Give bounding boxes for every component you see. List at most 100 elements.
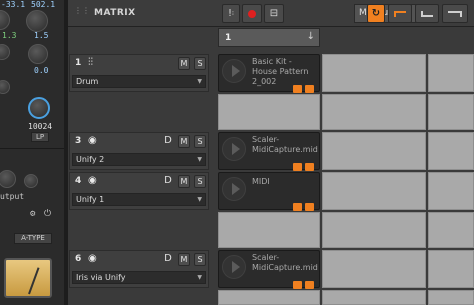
lp-button[interactable]: LP: [31, 132, 49, 142]
midi-icon: ◉: [88, 175, 97, 186]
frequency-readout: 10024: [28, 122, 53, 131]
track-header[interactable]: 1 ⫶⫶ M S Drum ▼: [69, 54, 209, 92]
mute-button[interactable]: M: [178, 253, 190, 266]
empty-slot[interactable]: [428, 172, 474, 210]
knob[interactable]: [28, 44, 48, 64]
track-number: 1: [75, 58, 82, 68]
a-type-button[interactable]: A-TYPE: [14, 233, 52, 244]
knob[interactable]: [0, 80, 10, 94]
loop-indicator-icon: [293, 203, 302, 211]
knob[interactable]: [0, 10, 10, 30]
panel-title: MATRIX: [94, 8, 136, 18]
knob[interactable]: [26, 10, 48, 32]
solo-button[interactable]: S: [194, 57, 206, 70]
launch-indicator-icon: [305, 85, 314, 93]
instrument-select[interactable]: Unify 2 ▼: [72, 153, 206, 166]
empty-slot[interactable]: [428, 250, 474, 288]
knob[interactable]: [0, 44, 10, 60]
clip-slot[interactable]: Scaler-MidiCapture.mid: [218, 132, 320, 171]
device-button[interactable]: D: [162, 135, 174, 148]
loop-indicator-icon: [293, 163, 302, 171]
launch-indicator-icon: [305, 163, 314, 171]
vu-needle: [28, 267, 40, 295]
loop-button[interactable]: ↻: [367, 4, 385, 23]
solo-button[interactable]: S: [194, 253, 206, 266]
empty-slot[interactable]: [428, 212, 474, 248]
capture-icon[interactable]: ⊟: [264, 4, 284, 23]
empty-slot[interactable]: [218, 290, 320, 305]
clip-name: Scaler-MidiCapture.mid: [252, 253, 318, 272]
empty-slot[interactable]: [322, 132, 426, 170]
device-button[interactable]: D: [162, 175, 174, 188]
value-readout: -33.1: [1, 0, 26, 9]
mute-button[interactable]: M: [178, 175, 190, 188]
mute-button[interactable]: M: [178, 57, 190, 70]
device-button[interactable]: D: [162, 253, 174, 266]
instrument-select[interactable]: Drum ▼: [72, 75, 206, 88]
instrument-select[interactable]: Unify 1 ▼: [72, 193, 206, 206]
instrument-select[interactable]: Iris via Unify ▼: [72, 271, 206, 284]
release-mode-button[interactable]: [415, 4, 439, 23]
alert-icon[interactable]: ! ⁝: [222, 4, 240, 23]
clip-name: Basic Kit - House Pattern 2_002: [252, 57, 309, 86]
record-button[interactable]: [242, 4, 262, 23]
solo-button[interactable]: S: [194, 175, 206, 188]
track-header[interactable]: 4 ◉ D M S Unify 1 ▼: [69, 172, 209, 210]
track-number: 3: [75, 136, 82, 146]
empty-slot[interactable]: [322, 94, 426, 130]
empty-slot[interactable]: [322, 212, 426, 248]
output-label: utput: [0, 192, 25, 201]
clip-slot[interactable]: Basic Kit - House Pattern 2_002: [218, 54, 320, 93]
empty-slot[interactable]: [428, 290, 474, 305]
launch-indicator-icon: [305, 281, 314, 289]
filter-knob[interactable]: [28, 97, 50, 119]
play-icon[interactable]: [222, 255, 246, 279]
track-header[interactable]: 6 ◉ D M S Iris via Unify ▼: [69, 250, 209, 288]
midi-icon: ◉: [88, 253, 97, 264]
power-icon[interactable]: ⏻: [44, 209, 51, 219]
empty-slot[interactable]: [322, 54, 426, 92]
value-readout: 0.0: [34, 66, 49, 75]
empty-slot[interactable]: [322, 290, 426, 305]
scene-number: 1: [225, 33, 232, 43]
separator: [0, 148, 64, 149]
empty-slot[interactable]: [322, 250, 426, 288]
launch-indicator-icon: [305, 203, 314, 211]
empty-slot[interactable]: [218, 94, 320, 130]
instrument-name: Drum: [76, 77, 99, 86]
chevron-down-icon: ▼: [197, 274, 202, 281]
empty-slot[interactable]: [322, 172, 426, 210]
launch-mode-button[interactable]: [388, 4, 412, 23]
play-icon[interactable]: [222, 137, 246, 161]
grip-icon[interactable]: ⋮⋮: [74, 7, 90, 17]
follow-mode-button[interactable]: [442, 4, 468, 23]
clip-slot[interactable]: Scaler-MidiCapture.mid: [218, 250, 320, 289]
mute-button[interactable]: M: [178, 135, 190, 148]
matrix-header: ⋮⋮ MATRIX !⁝ ⊟ Measure ▾ ↻: [68, 0, 474, 27]
device-panel-strip: -33.1 502.1 1.3 1.5 0.0 10024 LP utput ⏻…: [0, 0, 64, 305]
chevron-down-icon: ▼: [197, 196, 202, 203]
launch-icon: [394, 10, 406, 17]
knob[interactable]: [0, 170, 16, 188]
chevron-down-icon: ▼: [197, 156, 202, 163]
chevron-down-icon: ▼: [197, 78, 202, 85]
empty-slot[interactable]: [428, 54, 474, 92]
track-number: 4: [75, 176, 82, 186]
settings-icon[interactable]: ⚙: [30, 209, 35, 219]
follow-icon: [448, 10, 462, 17]
play-icon[interactable]: [222, 59, 246, 83]
empty-slot[interactable]: [428, 132, 474, 170]
instrument-name: Iris via Unify: [76, 273, 126, 282]
empty-slot[interactable]: [218, 212, 320, 248]
arrow-down-icon[interactable]: ↓: [307, 31, 315, 42]
knob[interactable]: [24, 174, 38, 188]
empty-slot[interactable]: [428, 94, 474, 130]
vu-meter: [4, 258, 52, 298]
scene-header[interactable]: 1 ↓: [218, 28, 320, 47]
clip-name: Scaler-MidiCapture.mid: [252, 135, 318, 154]
solo-button[interactable]: S: [194, 135, 206, 148]
play-icon[interactable]: [222, 177, 246, 201]
value-readout: 1.5: [34, 31, 49, 40]
track-header[interactable]: 3 ◉ D M S Unify 2 ▼: [69, 132, 209, 170]
clip-slot[interactable]: MIDI: [218, 172, 320, 211]
